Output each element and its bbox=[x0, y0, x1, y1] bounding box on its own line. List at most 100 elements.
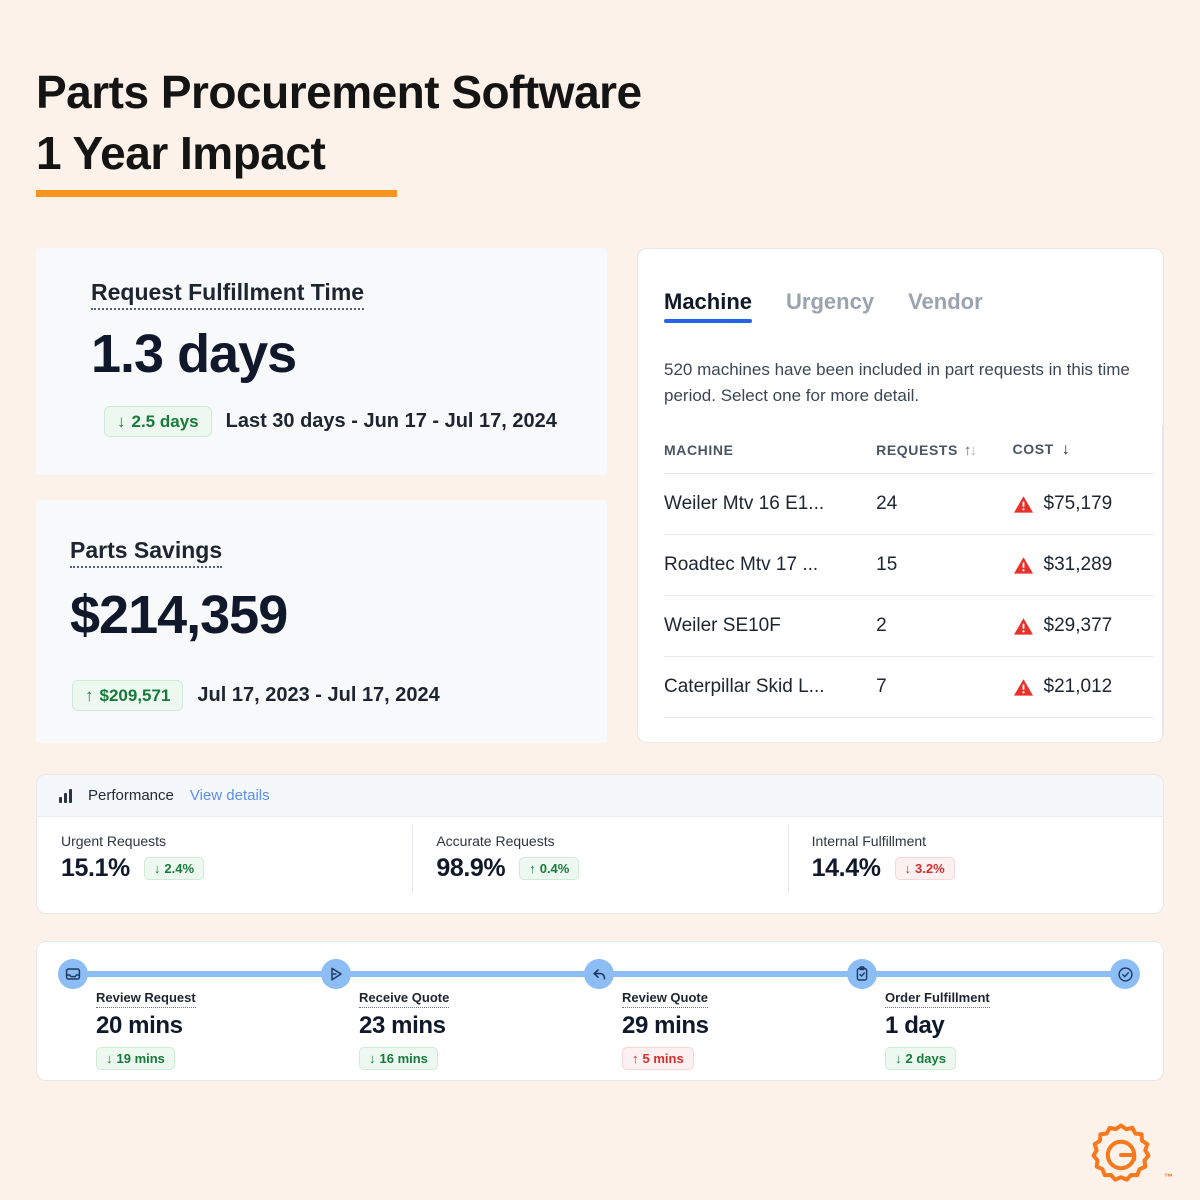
performance-title: Performance bbox=[88, 787, 174, 804]
kpi-label[interactable]: Request Fulfillment Time bbox=[91, 278, 365, 310]
arrow-down-icon: ↓ bbox=[895, 1051, 902, 1066]
circle-check-icon bbox=[1117, 966, 1133, 982]
table-scrollbar[interactable] bbox=[1162, 425, 1163, 742]
metric-delta-value: 3.2% bbox=[915, 861, 945, 876]
metric-value: 98.9% bbox=[436, 854, 506, 882]
cell-cost: $31,289 bbox=[1043, 554, 1113, 575]
arrow-down-icon: ↓ bbox=[106, 1051, 113, 1066]
performance-card: Performance View details Urgent Requests… bbox=[36, 774, 1164, 914]
metric-value: 15.1% bbox=[61, 854, 130, 882]
column-header-cost[interactable]: COST ↓ bbox=[1012, 441, 1154, 474]
kpi-card-parts-savings: Parts Savings $214,359 ↑ $209,571 Jul 17… bbox=[36, 500, 607, 743]
performance-header: Performance View details bbox=[37, 775, 1163, 817]
breakdown-panel: Machine Urgency Vendor 520 machines have… bbox=[637, 248, 1164, 743]
trademark-symbol: ™ bbox=[1164, 1172, 1173, 1182]
timeline-step-delta-value: 2 days bbox=[905, 1051, 946, 1066]
arrow-up-icon: ↑ bbox=[529, 861, 536, 876]
kpi-label[interactable]: Parts Savings bbox=[70, 536, 223, 568]
kpi-delta-value: $209,571 bbox=[99, 686, 171, 705]
timeline-step-delta-value: 16 mins bbox=[379, 1051, 428, 1066]
table-row[interactable]: Caterpillar Skid L... 7 $21,012 bbox=[664, 656, 1154, 718]
kpi-delta-value: 2.5 days bbox=[131, 412, 199, 431]
reply-icon bbox=[592, 968, 605, 980]
timeline-step-name[interactable]: Receive Quote bbox=[359, 990, 450, 1008]
arrow-up-icon: ↑ bbox=[632, 1051, 639, 1066]
kpi-value: $214,359 bbox=[70, 585, 288, 645]
kpi-delta-badge: ↓ 2.5 days bbox=[104, 406, 212, 437]
kpi-date-range: Last 30 days - Jun 17 - Jul 17, 2024 bbox=[225, 410, 557, 432]
tab-machine[interactable]: Machine bbox=[664, 289, 753, 323]
metric-internal-fulfillment: Internal Fulfillment 14.4% ↓ 3.2% bbox=[787, 817, 1163, 901]
table-row[interactable]: Weiler SE10F 2 $29,377 bbox=[664, 595, 1154, 657]
arrow-down-icon: ↓ bbox=[117, 412, 126, 431]
alert-triangle-icon bbox=[1013, 495, 1033, 513]
timeline-step-receive-quote: Receive Quote 23 mins ↓ 16 mins bbox=[359, 989, 450, 1070]
cell-requests: 2 bbox=[876, 595, 1013, 657]
timeline-step-value: 20 mins bbox=[96, 1012, 183, 1039]
metric-label: Accurate Requests bbox=[436, 833, 555, 849]
column-header-machine-label: MACHINE bbox=[664, 442, 734, 458]
metric-delta-badge: ↓ 2.4% bbox=[143, 857, 205, 880]
table-row[interactable]: Weiler Mtv 16 E1... 24 $75,179 bbox=[664, 473, 1154, 535]
timeline-step-order-fulfillment: Order Fulfillment 1 day ↓ 2 days bbox=[885, 989, 990, 1070]
kpi-date-range: Jul 17, 2023 - Jul 17, 2024 bbox=[197, 684, 440, 706]
metric-accurate-requests: Accurate Requests 98.9% ↑ 0.4% bbox=[412, 817, 787, 901]
timeline-step-name[interactable]: Review Request bbox=[96, 990, 196, 1008]
timeline-step-delta-badge: ↑ 5 mins bbox=[622, 1047, 694, 1070]
kpi-value: 1.3 days bbox=[91, 324, 297, 384]
kpi-delta-badge: ↑ $209,571 bbox=[72, 680, 184, 711]
metric-urgent-requests: Urgent Requests 15.1% ↓ 2.4% bbox=[37, 817, 412, 901]
view-details-link[interactable]: View details bbox=[190, 787, 270, 804]
arrow-up-icon: ↑ bbox=[85, 686, 94, 705]
alert-triangle-icon bbox=[1013, 617, 1033, 635]
metric-delta-value: 2.4% bbox=[164, 861, 195, 876]
cell-cost: $21,012 bbox=[1043, 676, 1113, 697]
timeline-step-delta-badge: ↓ 2 days bbox=[885, 1047, 956, 1070]
column-header-machine[interactable]: MACHINE bbox=[664, 441, 877, 474]
tab-vendor[interactable]: Vendor bbox=[908, 289, 983, 323]
timeline-step-review-request: Review Request 20 mins ↓ 19 mins bbox=[96, 989, 196, 1070]
timeline-step-delta-badge: ↓ 16 mins bbox=[359, 1047, 438, 1070]
sort-both-icon[interactable]: ↑↓ bbox=[964, 442, 977, 459]
metric-label: Urgent Requests bbox=[61, 833, 167, 849]
timeline-node-receive-quote[interactable] bbox=[321, 959, 351, 989]
timeline-node-review-quote[interactable] bbox=[584, 959, 614, 989]
page-title-line-2: 1 Year Impact bbox=[36, 127, 326, 179]
title-underline-rule bbox=[36, 190, 397, 197]
table-header-row: MACHINE REQUESTS ↑↓ COST ↓ bbox=[664, 441, 1154, 474]
timeline-node-order-fulfillment[interactable] bbox=[847, 959, 877, 989]
timeline-step-name[interactable]: Review Quote bbox=[622, 990, 708, 1008]
cell-cost: $75,179 bbox=[1043, 493, 1113, 514]
inbox-icon bbox=[65, 968, 81, 980]
column-header-requests[interactable]: REQUESTS ↑↓ bbox=[876, 441, 1013, 474]
page-title-line-1: Parts Procurement Software bbox=[36, 66, 642, 118]
metric-value: 14.4% bbox=[811, 854, 881, 882]
metric-delta-value: 0.4% bbox=[539, 861, 570, 876]
machine-breakdown-table: MACHINE REQUESTS ↑↓ COST ↓ Weiler Mtv 16 E… bbox=[664, 441, 1154, 718]
timeline-step-delta-value: 5 mins bbox=[642, 1051, 684, 1066]
gear-g-logo bbox=[1091, 1123, 1151, 1182]
timeline-step-delta-value: 19 mins bbox=[116, 1051, 165, 1066]
page-title: Parts Procurement Software 1 Year Impact bbox=[36, 62, 642, 197]
dashboard-page: Parts Procurement Software 1 Year Impact… bbox=[0, 0, 1200, 1200]
timeline-step-delta-badge: ↓ 19 mins bbox=[96, 1047, 175, 1070]
alert-triangle-icon bbox=[1013, 556, 1033, 574]
cell-cost: $29,377 bbox=[1043, 615, 1113, 636]
alert-triangle-icon bbox=[1013, 678, 1033, 696]
timeline-node-complete[interactable] bbox=[1110, 959, 1140, 989]
cell-requests: 7 bbox=[876, 656, 1013, 718]
cell-machine: Weiler Mtv 16 E1... bbox=[664, 473, 877, 535]
timeline-step-review-quote: Review Quote 29 mins ↑ 5 mins bbox=[622, 989, 709, 1070]
timeline-step-name[interactable]: Order Fulfillment bbox=[885, 990, 990, 1008]
breakdown-description: 520 machines have been included in part … bbox=[664, 360, 1130, 405]
timeline-node-review-request[interactable] bbox=[58, 959, 88, 989]
arrow-down-icon: ↓ bbox=[369, 1051, 376, 1066]
tab-urgency[interactable]: Urgency bbox=[786, 289, 874, 323]
arrow-down-icon: ↓ bbox=[904, 861, 912, 876]
kpi-card-request-fulfillment-time: Request Fulfillment Time 1.3 days ↓ 2.5 … bbox=[36, 248, 607, 475]
table-row[interactable]: Roadtec Mtv 17 ... 15 $31,289 bbox=[664, 534, 1154, 596]
cell-machine: Roadtec Mtv 17 ... bbox=[664, 534, 877, 596]
sort-desc-icon[interactable]: ↓ bbox=[1062, 441, 1071, 459]
metric-delta-badge: ↑ 0.4% bbox=[519, 857, 580, 880]
performance-metrics: Urgent Requests 15.1% ↓ 2.4% Accurate Re… bbox=[37, 817, 1163, 901]
